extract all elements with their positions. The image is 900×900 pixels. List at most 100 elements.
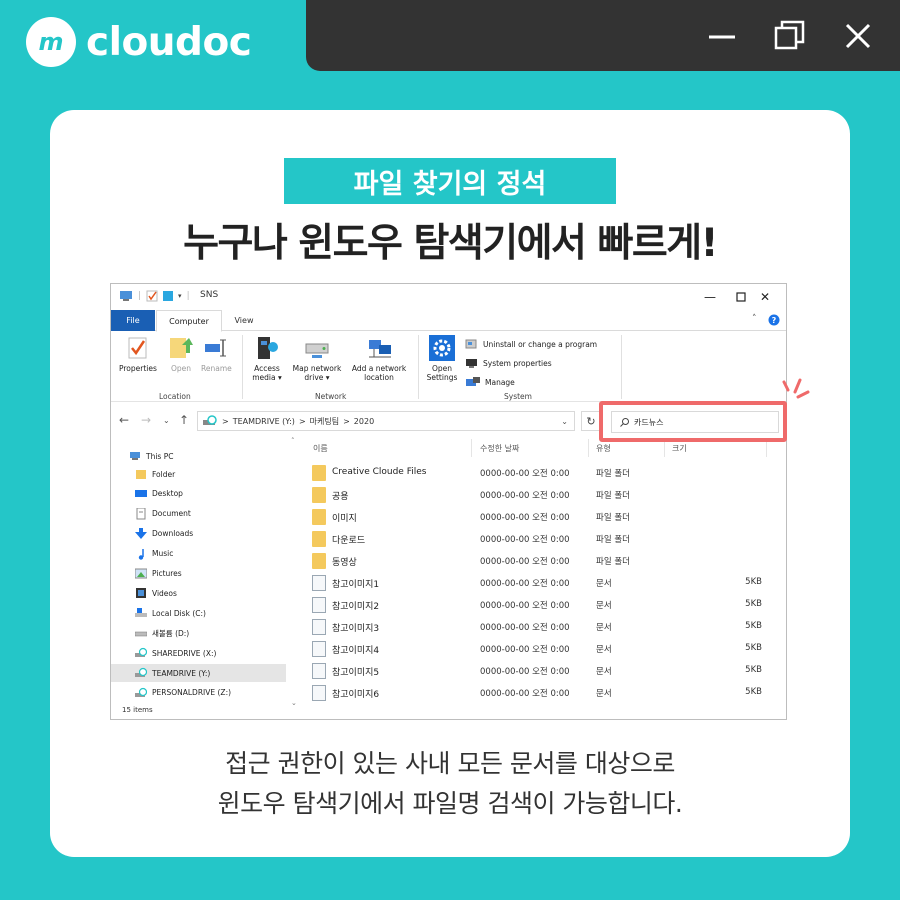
sidebar-item[interactable]: This PC	[111, 447, 286, 465]
help-icon[interactable]: ?	[768, 314, 780, 326]
file-name: 다운로드	[332, 536, 366, 546]
file-name: 공용	[332, 492, 349, 502]
manage-button[interactable]: Manage	[465, 376, 515, 388]
open-icon	[170, 338, 193, 358]
column-name[interactable]: 이름	[313, 443, 328, 454]
explorer-maximize-button[interactable]	[730, 288, 752, 306]
sidebar-item[interactable]: Videos	[111, 584, 286, 602]
file-date: 0000-00-00 오전 0:00	[480, 601, 570, 611]
sidebar-item[interactable]: 새볼륨 (D:)	[111, 624, 286, 642]
address-path[interactable]: > TEAMDRIVE (Y:) > 마케팅팀 > 2020 ⌄	[197, 411, 575, 431]
search-highlight-box	[599, 401, 787, 442]
pictures-icon	[135, 568, 147, 580]
address-dropdown-icon[interactable]: ⌄	[561, 417, 568, 426]
sidebar-item[interactable]: TEAMDRIVE (Y:)	[111, 664, 286, 682]
downloads-icon	[135, 527, 147, 540]
file-row[interactable]: 다운로드 0000-00-00 오전 0:00 파일 폴더	[306, 528, 776, 550]
system-properties-button[interactable]: System properties	[465, 357, 552, 369]
folder-icon	[312, 465, 326, 481]
column-date[interactable]: 수정한 날짜	[480, 443, 519, 454]
sidebar-item[interactable]: Downloads	[111, 525, 286, 543]
maximize-button[interactable]	[770, 16, 810, 56]
recent-locations-button[interactable]: ⌄	[163, 416, 170, 425]
file-row[interactable]: 공용 0000-00-00 오전 0:00 파일 폴더	[306, 484, 776, 506]
forward-button[interactable]: →	[141, 413, 151, 427]
document-icon	[312, 641, 326, 657]
file-row[interactable]: 참고이미지5 0000-00-00 오전 0:00 문서 5KB	[306, 660, 776, 682]
back-button[interactable]: ←	[119, 413, 129, 427]
refresh-button[interactable]: ↻	[581, 411, 601, 431]
column-type[interactable]: 유형	[596, 443, 611, 454]
uninstall-program-button[interactable]: Uninstall or change a program	[465, 338, 597, 350]
explorer-close-button[interactable]: ✕	[754, 288, 776, 306]
map-network-drive-button[interactable]: Map network drive ▾	[289, 334, 345, 382]
sidebar-item[interactable]: Music	[111, 545, 286, 563]
breadcrumb-folder[interactable]: 마케팅팀	[310, 416, 339, 427]
sidebar-item-label: TEAMDRIVE (Y:)	[152, 668, 211, 678]
network-drive-icon	[135, 687, 147, 699]
file-name: 참고이미지1	[332, 580, 380, 590]
sidebar-item[interactable]: Local Disk (C:)	[111, 604, 286, 622]
file-row[interactable]: 참고이미지1 0000-00-00 오전 0:00 문서 5KB	[306, 572, 776, 594]
sidebar-item-label: 새볼륨 (D:)	[152, 628, 190, 638]
network-location-icon	[369, 340, 391, 358]
collapse-ribbon-icon[interactable]: ˄	[752, 314, 757, 324]
close-icon: ✕	[759, 290, 771, 304]
file-row[interactable]: 동영상 0000-00-00 오전 0:00 파일 폴더	[306, 550, 776, 572]
file-type: 문서	[596, 689, 612, 699]
up-button[interactable]: ↑	[179, 413, 189, 427]
file-date: 0000-00-00 오전 0:00	[480, 491, 570, 501]
open-button[interactable]: Open	[168, 334, 194, 373]
add-network-location-button[interactable]: Add a network location	[349, 334, 409, 382]
document-icon	[312, 685, 326, 701]
access-media-button[interactable]: Access media ▾	[249, 334, 285, 382]
file-row[interactable]: 참고이미지3 0000-00-00 오전 0:00 문서 5KB	[306, 616, 776, 638]
navigation-pane: This PC Folder Desktop Document Downloads Mus…	[111, 439, 286, 719]
sidebar-item[interactable]: SHAREDRIVE (X:)	[111, 644, 286, 662]
pc-icon	[129, 450, 141, 462]
breadcrumb-drive[interactable]: TEAMDRIVE (Y:)	[233, 417, 295, 426]
sidebar-item[interactable]: PERSONALDRIVE (Z:)	[111, 684, 286, 702]
sidebar-item-label: Folder	[152, 469, 176, 479]
file-row[interactable]: 참고이미지6 0000-00-00 오전 0:00 문서 5KB	[306, 682, 776, 704]
desktop-icon	[135, 488, 147, 500]
rename-button[interactable]: Rename	[201, 334, 232, 373]
open-settings-button[interactable]: Open Settings	[424, 334, 460, 382]
folder-icon	[135, 468, 147, 480]
close-button[interactable]	[838, 16, 878, 56]
folder-icon	[312, 509, 326, 525]
file-date: 0000-00-00 오전 0:00	[480, 579, 570, 589]
minimize-button[interactable]	[702, 16, 742, 56]
system-properties-icon	[466, 359, 477, 368]
tab-file[interactable]: File	[111, 310, 155, 331]
sidebar-item[interactable]: Document	[111, 505, 286, 523]
properties-check-icon[interactable]	[146, 290, 158, 302]
minimize-icon	[709, 35, 735, 39]
file-row[interactable]: 참고이미지2 0000-00-00 오전 0:00 문서 5KB	[306, 594, 776, 616]
sidebar-item-label: Document	[152, 509, 191, 519]
file-name: 이미지	[332, 514, 357, 524]
tab-computer[interactable]: Computer	[156, 310, 222, 332]
explorer-title: SNS	[200, 290, 219, 300]
sidebar-item[interactable]: Folder	[111, 465, 286, 483]
tab-view[interactable]: View	[224, 310, 264, 331]
file-size: 5KB	[745, 665, 762, 675]
sidebar-scrollbar[interactable]: ˄ ⌄	[291, 437, 297, 707]
sidebar-item[interactable]: Desktop	[111, 485, 286, 503]
folder-icon[interactable]	[163, 290, 174, 302]
breadcrumb-subfolder[interactable]: 2020	[354, 417, 374, 426]
folder-icon	[312, 531, 326, 547]
qa-dropdown-icon[interactable]: ▾	[178, 292, 182, 300]
file-row[interactable]: Creative Cloude Files 0000-00-00 오전 0:00 파…	[306, 462, 776, 484]
file-size: 5KB	[745, 621, 762, 631]
properties-button[interactable]: Properties	[119, 334, 157, 373]
column-size[interactable]: 크기	[672, 443, 687, 454]
ribbon-tabs: File Computer View ˄ ?	[111, 310, 786, 332]
file-row[interactable]: 참고이미지4 0000-00-00 오전 0:00 문서 5KB	[306, 638, 776, 660]
file-size: 5KB	[745, 687, 762, 697]
file-row[interactable]: 이미지 0000-00-00 오전 0:00 파일 폴더	[306, 506, 776, 528]
sidebar-item[interactable]: Pictures	[111, 565, 286, 583]
sidebar-item-label: Pictures	[152, 569, 182, 578]
file-size: 5KB	[745, 643, 762, 653]
explorer-minimize-button[interactable]: —	[699, 288, 721, 306]
